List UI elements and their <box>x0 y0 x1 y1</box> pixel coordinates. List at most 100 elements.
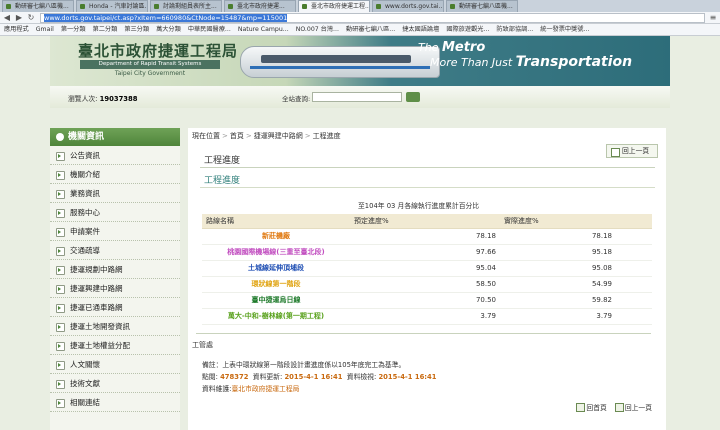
bookmark-item[interactable]: 第三分類 <box>124 24 149 35</box>
bookmark-item[interactable]: 第一分類 <box>61 24 86 35</box>
back-link[interactable]: 回上一頁 <box>614 402 652 412</box>
sidebar-item[interactable]: 機關介紹 <box>50 165 180 184</box>
breadcrumb-item[interactable]: 首頁 <box>230 132 244 140</box>
visitor-counter: 瀏覽人次: 19037388 <box>68 95 138 103</box>
progress-table: 路線名稱 預定進度% 實際進度% 新莊機廠 78.18 78.18 桃園國際機場線(三… <box>202 214 652 325</box>
breadcrumb-separator: > <box>304 132 311 140</box>
breadcrumb-item: 工程進度 <box>312 132 341 140</box>
planned-progress: 97.66 <box>350 244 500 261</box>
bookmark-item[interactable]: 防致部協調... <box>496 24 533 35</box>
browser-tab-strip: 動研審七編八區機... Honda - 汽車討論區... 討論剩組員表所主... 臺北… <box>0 0 720 12</box>
site-logo-title[interactable]: 臺北市政府捷運工程局 <box>78 40 238 61</box>
url-input[interactable]: www.dorts.gov.taipei/ct.asp?xItem=660980… <box>40 13 705 23</box>
route-name: 新莊機廠 <box>202 228 350 245</box>
forward-arrow-icon[interactable]: ▶ <box>14 13 24 23</box>
sidebar-item[interactable]: 申請案件 <box>50 222 180 241</box>
sidebar: 機關資訊 公告資訊 機關介紹 業務資訊 服務中心 申請案件 交通疏導 捷運規劃中路網 捷運興建… <box>50 128 180 430</box>
breadcrumb: 現在位置 > 首頁 > 捷運興建中路網 > 工程進度 <box>192 131 341 141</box>
sidebar-item[interactable]: 公告資訊 <box>50 146 180 165</box>
sidebar-item[interactable]: 技術文獻 <box>50 374 180 393</box>
search-go-button[interactable] <box>406 92 420 102</box>
main-content: 現在位置 > 首頁 > 捷運興建中路網 > 工程進度 回上一頁 工程進度 工程進度 至104… <box>188 128 666 430</box>
planned-progress: 78.18 <box>350 228 500 245</box>
sidebar-item[interactable]: 捷運興建中路網 <box>50 279 180 298</box>
browser-tab[interactable]: 討論剩組員表所主... <box>150 0 222 12</box>
breadcrumb-item[interactable]: 捷運興建中路網 <box>254 132 303 140</box>
table-row: 環狀線第一階段 58.50 54.99 <box>202 276 652 293</box>
sidebar-item[interactable]: 捷運土地開發資訊 <box>50 317 180 336</box>
search-label: 全站查詢: <box>282 95 311 103</box>
browser-tab[interactable]: Honda - 汽車討論區... <box>76 0 148 12</box>
sidebar-item[interactable]: 捷運已通車路網 <box>50 298 180 317</box>
table-caption: 至104年 03 月各線執行進度累計百分比 <box>358 202 480 210</box>
slogan-line-2: More Than Just Transportation <box>430 54 633 70</box>
header-actual: 實際進度% <box>500 214 652 229</box>
browser-tab[interactable]: www.dorts.gov.tai... <box>372 0 444 12</box>
site-search-input[interactable] <box>312 92 402 102</box>
site-logo-english: Department of Rapid Transit Systems <box>80 60 220 69</box>
table-row: 臺中捷運烏日線 70.50 59.82 <box>202 292 652 309</box>
click-count: 478372 <box>220 373 249 381</box>
browser-tab[interactable]: 動研審七編八區機... <box>2 0 74 12</box>
header-route: 路線名稱 <box>202 214 350 229</box>
sidebar-item[interactable]: 服務中心 <box>50 203 180 222</box>
table-row: 土城線延伸頂埔段 95.04 95.08 <box>202 260 652 277</box>
slogan-line-1: The Metro <box>418 40 486 55</box>
bookmark-item[interactable]: NO.007 台灣... <box>296 24 339 35</box>
browser-tab[interactable]: 動研審七編八區機... <box>446 0 518 12</box>
browser-tab[interactable]: 臺北市政府捷運工程... <box>298 0 370 12</box>
page-meta: 點閱: 478372 資料更新: 2015-4-1 16:41 資料檢視: 20… <box>202 373 437 381</box>
route-name: 臺中捷運烏日線 <box>202 292 350 309</box>
section-subtitle: 工程進度 <box>204 176 241 186</box>
site-logo-subtitle: Taipei City Government <box>114 70 186 77</box>
subtitle-divider <box>200 187 655 188</box>
bookmark-item[interactable]: Gmail <box>36 24 54 35</box>
table-row: 新莊機廠 78.18 78.18 <box>202 228 652 245</box>
sidebar-item[interactable]: 捷運規劃中路網 <box>50 260 180 279</box>
sidebar-item[interactable]: 人文關懷 <box>50 355 180 374</box>
actual-progress: 3.79 <box>500 308 652 325</box>
url-text: www.dorts.gov.taipei/ct.asp?xItem=660980… <box>44 14 288 22</box>
checked-time: 2015-4-1 16:41 <box>378 373 437 381</box>
bookmark-item[interactable]: 動研審七編八區... <box>346 24 395 35</box>
bookmark-item[interactable]: 萬大分類 <box>156 24 181 35</box>
route-name: 土城線延伸頂埔段 <box>202 260 350 277</box>
bookmark-item[interactable]: Nature Campu... <box>238 24 289 35</box>
back-button-top[interactable]: 回上一頁 <box>606 144 658 158</box>
site-toolbar: 瀏覽人次: 19037388 全站查詢: <box>50 86 670 108</box>
bookmark-item[interactable]: 中華民國醫療... <box>188 24 231 35</box>
metro-train-graphic <box>240 46 440 78</box>
bookmark-item[interactable]: 國際旅遊觀光... <box>446 24 489 35</box>
table-row: 萬大-中和-樹林線(第一期工程) 3.79 3.79 <box>202 308 652 325</box>
breadcrumb-prefix: 現在位置 <box>192 132 220 140</box>
bookmark-item[interactable]: 統一發票中獎號... <box>540 24 589 35</box>
sidebar-item[interactable]: 交通疏導 <box>50 241 180 260</box>
actual-progress: 78.18 <box>500 228 652 245</box>
browser-tab[interactable]: 臺北市政府捷運... <box>224 0 296 12</box>
updated-time: 2015-4-1 16:41 <box>284 373 343 381</box>
breadcrumb-separator: > <box>245 132 252 140</box>
remark-text: 備註：上表中環狀線第一階段設計畫進度係以105年底完工為基準。 <box>202 361 406 369</box>
header-planned: 預定進度% <box>350 214 500 229</box>
route-name: 桃園國際機場線(三重至臺北段) <box>202 244 350 261</box>
reload-icon[interactable]: ↻ <box>26 13 36 23</box>
sidebar-item[interactable]: 捷運土地權益分配 <box>50 336 180 355</box>
bookmark-item[interactable]: 應用程式 <box>4 24 29 35</box>
address-bar-row: ◀ ▶ ↻ www.dorts.gov.taipei/ct.asp?xItem=… <box>0 12 720 24</box>
home-link[interactable]: 回首頁 <box>576 402 607 412</box>
planned-progress: 3.79 <box>350 308 500 325</box>
menu-icon[interactable]: ≡ <box>708 13 718 23</box>
bookmark-item[interactable]: 第二分類 <box>93 24 118 35</box>
bottom-links: 回首頁 回上一頁 <box>576 402 652 412</box>
sidebar-item[interactable]: 業務資訊 <box>50 184 180 203</box>
bookmarks-bar: 應用程式 Gmail 第一分類 第二分類 第三分類 萬大分類 中華民國醫療... Nature… <box>0 24 720 36</box>
actual-progress: 95.08 <box>500 260 652 277</box>
sidebar-item[interactable]: 相關連結 <box>50 393 180 412</box>
bookmark-item[interactable]: 捷太國語論壇 <box>402 24 439 35</box>
title-divider <box>200 167 655 168</box>
planned-progress: 95.04 <box>350 260 500 277</box>
note-divider <box>196 333 651 334</box>
back-arrow-icon[interactable]: ◀ <box>2 13 12 23</box>
route-name: 萬大-中和-樹林線(第一期工程) <box>202 308 350 325</box>
source-org: 臺北市政府捷運工程局 <box>231 385 300 393</box>
